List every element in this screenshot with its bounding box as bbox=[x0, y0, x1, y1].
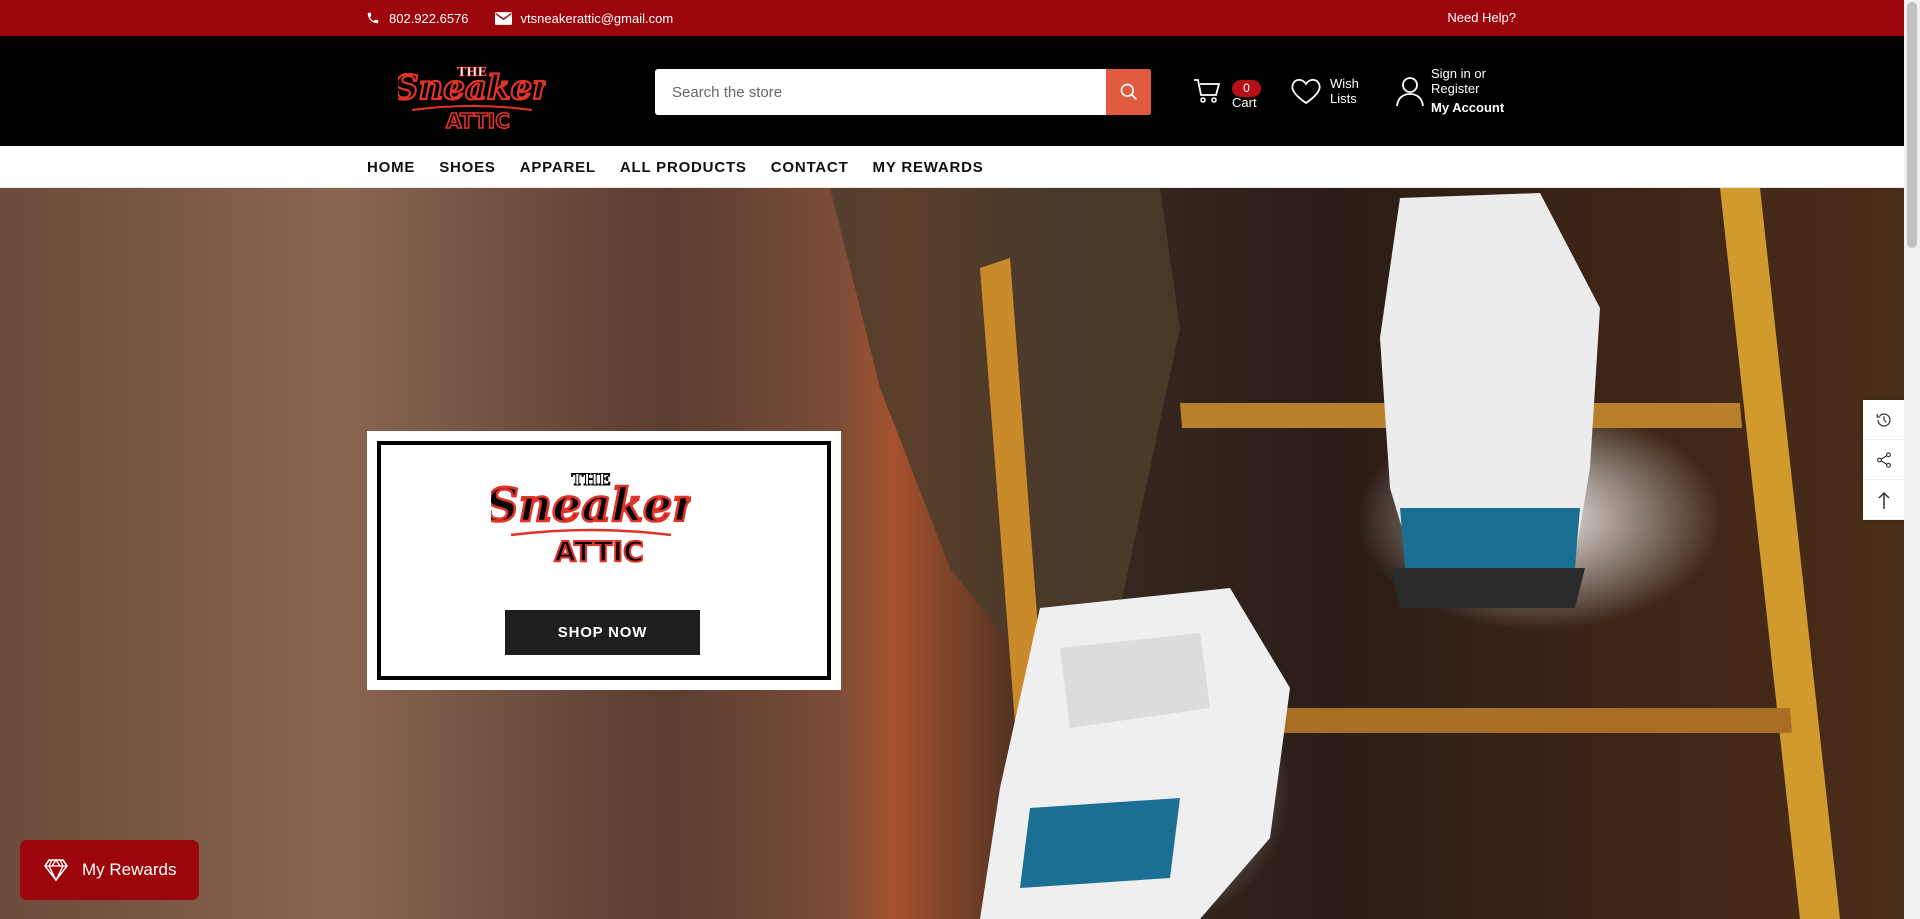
header: THE Sneaker ATTIC 0 Cart Wish Lists Sign… bbox=[0, 36, 1904, 146]
search-bar bbox=[655, 69, 1151, 115]
search-icon bbox=[1120, 83, 1137, 101]
wishlist-label-line1: Wish bbox=[1330, 76, 1359, 91]
arrow-up-icon bbox=[1877, 491, 1890, 509]
side-toolbar bbox=[1863, 400, 1904, 520]
main-navigation: HOME SHOES APPAREL ALL PRODUCTS CONTACT … bbox=[0, 146, 1904, 188]
svg-text:ATTIC: ATTIC bbox=[554, 535, 643, 568]
hero-banner: THE Sneaker ATTIC SHOP NOW bbox=[0, 188, 1904, 919]
user-icon bbox=[1396, 76, 1424, 106]
heart-icon bbox=[1291, 78, 1321, 105]
register-text[interactable]: Register bbox=[1431, 81, 1504, 96]
account-link[interactable]: Sign in or Register My Account bbox=[1395, 66, 1504, 115]
phone-link[interactable]: 802.922.6576 bbox=[366, 11, 469, 26]
cart-link[interactable]: 0 Cart bbox=[1192, 76, 1261, 110]
nav-item-apparel[interactable]: APPAREL bbox=[520, 159, 596, 176]
search-input[interactable] bbox=[655, 69, 1106, 115]
svg-text:Sneaker: Sneaker bbox=[491, 478, 691, 532]
scrollbar-thumb[interactable] bbox=[1907, 2, 1917, 248]
svg-text:ATTIC: ATTIC bbox=[446, 109, 510, 132]
cart-label: Cart bbox=[1232, 95, 1257, 110]
wishlist-label-line2: Lists bbox=[1330, 91, 1357, 106]
email-link[interactable]: vtsneakerattic@gmail.com bbox=[494, 10, 674, 26]
wishlist-label: Wish Lists bbox=[1330, 76, 1359, 106]
nav-item-home[interactable]: HOME bbox=[367, 159, 415, 176]
my-rewards-launcher[interactable]: My Rewards bbox=[20, 840, 199, 900]
sign-in-text[interactable]: Sign in or bbox=[1431, 66, 1504, 81]
top-bar: 802.922.6576 vtsneakerattic@gmail.com Ne… bbox=[0, 0, 1904, 36]
page-scrollbar[interactable] bbox=[1904, 0, 1920, 919]
hero-background-image bbox=[830, 188, 1840, 919]
back-to-top-button[interactable] bbox=[1863, 480, 1904, 520]
nav-item-my-rewards[interactable]: MY REWARDS bbox=[873, 159, 984, 176]
my-account-text[interactable]: My Account bbox=[1431, 100, 1504, 115]
nav-item-contact[interactable]: CONTACT bbox=[771, 159, 849, 176]
contact-info: 802.922.6576 vtsneakerattic@gmail.com bbox=[366, 0, 673, 36]
phone-number: 802.922.6576 bbox=[389, 10, 469, 26]
share-icon bbox=[1876, 451, 1891, 468]
nav-item-all-products[interactable]: ALL PRODUCTS bbox=[620, 159, 747, 176]
nav-item-shoes[interactable]: SHOES bbox=[439, 159, 496, 176]
my-rewards-label: My Rewards bbox=[82, 860, 177, 879]
share-button[interactable] bbox=[1863, 440, 1904, 480]
wishlist-link[interactable]: Wish Lists bbox=[1290, 76, 1359, 106]
promo-logo: THE Sneaker ATTIC bbox=[491, 470, 691, 570]
email-icon bbox=[494, 11, 512, 25]
diamond-icon bbox=[44, 859, 68, 881]
store-logo[interactable]: THE Sneaker ATTIC bbox=[398, 52, 546, 132]
need-help-link[interactable]: Need Help? bbox=[1447, 0, 1516, 36]
svg-text:Sneaker: Sneaker bbox=[398, 68, 546, 108]
promo-card-frame: THE Sneaker ATTIC SHOP NOW bbox=[377, 441, 831, 680]
history-icon bbox=[1876, 412, 1891, 427]
phone-icon bbox=[367, 12, 379, 24]
shop-now-button[interactable]: SHOP NOW bbox=[505, 610, 700, 655]
email-address: vtsneakerattic@gmail.com bbox=[520, 10, 674, 26]
promo-card: THE Sneaker ATTIC SHOP NOW bbox=[367, 431, 841, 690]
cart-icon bbox=[1194, 79, 1221, 103]
account-label: Sign in or Register My Account bbox=[1431, 66, 1504, 115]
search-button[interactable] bbox=[1106, 69, 1151, 115]
recently-viewed-button[interactable] bbox=[1863, 400, 1904, 440]
